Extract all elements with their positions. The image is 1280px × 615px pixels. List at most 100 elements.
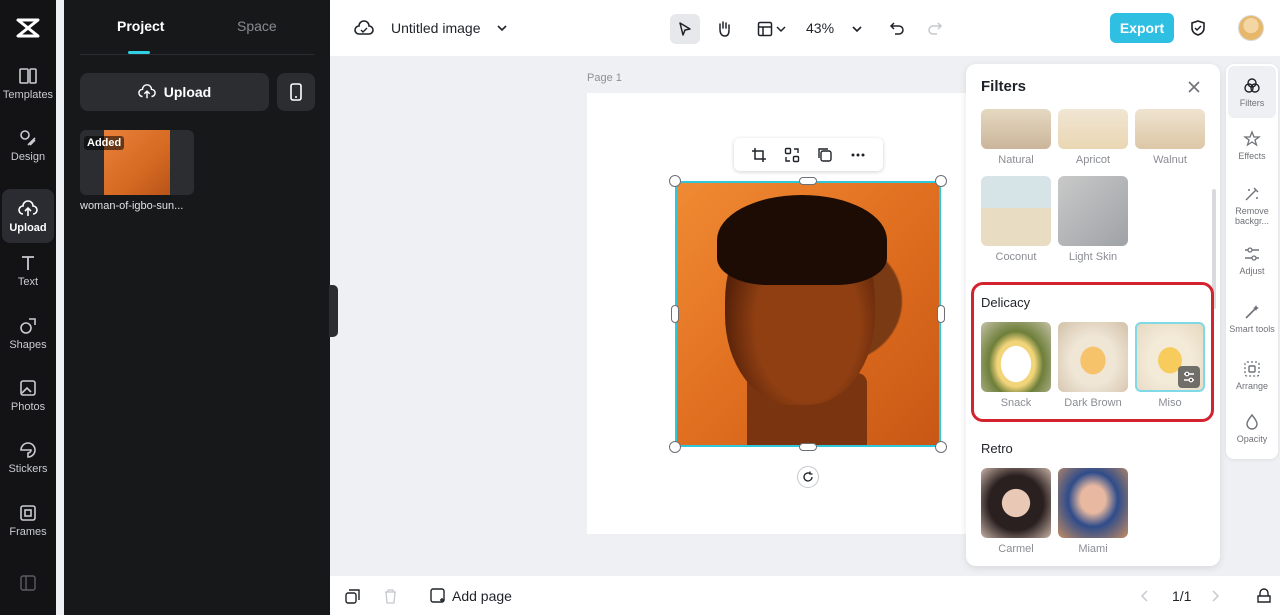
duplicate-icon[interactable] (817, 147, 833, 163)
frames-icon (20, 504, 36, 521)
shield-icon[interactable] (1189, 19, 1207, 37)
panel-collapse-handle[interactable] (329, 285, 338, 337)
upload-button[interactable]: Upload (80, 73, 269, 111)
filter-walnut[interactable] (1135, 109, 1205, 149)
rail-label-stickers: Stickers (8, 462, 48, 475)
resize-handle-top[interactable] (799, 177, 817, 185)
rail-label-upload: Upload (9, 221, 47, 234)
rotate-icon (803, 471, 813, 482)
effects-icon (1243, 129, 1261, 147)
rail-item-design[interactable]: Design (2, 118, 54, 172)
photos-icon (20, 379, 36, 396)
right-rail-label: Opacity (1236, 433, 1268, 444)
rail-label-frames: Frames (9, 525, 47, 538)
arrange-icon (1244, 360, 1260, 377)
rail-item-photos[interactable]: Photos (2, 368, 54, 422)
capcut-logo-icon[interactable] (14, 14, 42, 42)
cloud-sync-icon[interactable] (354, 19, 374, 37)
right-rail-remove-background[interactable]: Remove backgr... (1228, 176, 1276, 234)
smart-tools-icon (1245, 304, 1259, 319)
right-rail-label: Filters (1239, 97, 1265, 108)
rail-item-text[interactable]: Text (2, 243, 54, 297)
right-rail-opacity[interactable]: Opacity (1228, 402, 1276, 454)
right-rail-label: Smart tools (1229, 323, 1275, 334)
expand-pages-icon[interactable] (1256, 588, 1272, 604)
filter-natural[interactable] (981, 109, 1051, 149)
rail-item-stickers[interactable]: Stickers (2, 430, 54, 484)
resize-handle-bottom-left[interactable] (669, 441, 681, 453)
chevron-left-icon[interactable] (1140, 590, 1150, 602)
filter-label: Carmel (998, 543, 1034, 555)
image-content-hair (717, 195, 887, 285)
upload-cloud-icon (18, 199, 38, 216)
layout-icon (757, 21, 773, 37)
right-rail-arrange[interactable]: Arrange (1228, 349, 1276, 401)
filter-label: Miami (1078, 543, 1108, 555)
rail-item-frames[interactable]: Frames (2, 493, 54, 547)
duplicate-page-icon[interactable] (345, 589, 360, 604)
selected-image[interactable] (675, 181, 941, 447)
add-page-icon (430, 588, 445, 603)
asset-thumbnail[interactable]: Added (80, 130, 194, 195)
hand-tool-button[interactable] (709, 14, 739, 44)
resize-handle-left[interactable] (671, 305, 679, 323)
add-page-label: Add page (452, 588, 512, 604)
close-icon[interactable] (1186, 79, 1202, 95)
panel-divider (80, 54, 314, 55)
resize-handle-right[interactable] (937, 305, 945, 323)
crop-icon[interactable] (751, 147, 767, 163)
resize-handle-bottom-right[interactable] (935, 441, 947, 453)
document-title[interactable]: Untitled image (391, 20, 481, 36)
rail-item-templates[interactable]: Templates (2, 56, 54, 110)
filter-label: Apricot (1075, 154, 1111, 166)
replace-icon[interactable] (784, 147, 800, 163)
rail-item-upload[interactable]: Upload (2, 189, 54, 243)
right-rail-filters[interactable]: Filters (1228, 66, 1276, 118)
export-button[interactable]: Export (1110, 13, 1174, 43)
undo-icon[interactable] (889, 20, 905, 36)
user-avatar[interactable] (1238, 15, 1264, 41)
right-rail-adjust[interactable]: Adjust (1228, 234, 1276, 286)
filter-light-skin[interactable] (1058, 176, 1128, 246)
chevron-right-icon[interactable] (1210, 590, 1220, 602)
resize-handle-top-right[interactable] (935, 175, 947, 187)
trash-icon[interactable] (383, 589, 398, 604)
filter-miami[interactable] (1058, 468, 1128, 538)
right-rail-label: Remove backgr... (1234, 205, 1270, 226)
rail-item-shapes[interactable]: Shapes (2, 306, 54, 360)
chevron-down-icon[interactable] (776, 24, 786, 34)
right-rail-smart-tools[interactable]: Smart tools (1228, 292, 1276, 344)
right-rail-label: Arrange (1235, 380, 1269, 391)
zoom-level[interactable]: 43% (806, 20, 834, 36)
phone-icon (290, 83, 302, 101)
panel-toggle-icon[interactable] (20, 575, 36, 591)
section-title-retro: Retro (981, 441, 1013, 456)
tab-project[interactable]: Project (117, 18, 164, 34)
tab-space[interactable]: Space (237, 18, 277, 34)
rail-label-design: Design (10, 150, 46, 163)
resize-handle-top-left[interactable] (669, 175, 681, 187)
stickers-icon (20, 441, 36, 458)
filter-carmel[interactable] (981, 468, 1051, 538)
delicacy-highlight-box (971, 282, 1214, 422)
chevron-down-icon[interactable] (496, 22, 508, 34)
rail-label-text: Text (17, 275, 39, 288)
image-context-toolbar (734, 138, 883, 171)
more-icon[interactable] (850, 147, 866, 163)
shapes-icon (20, 317, 36, 334)
right-rail-effects[interactable]: Effects (1228, 119, 1276, 171)
pointer-icon (679, 22, 691, 36)
filter-apricot[interactable] (1058, 109, 1128, 149)
resize-handle-bottom[interactable] (799, 443, 817, 451)
project-panel: Project Space Upload Added woman-of-igbo… (64, 0, 330, 615)
select-tool-button[interactable] (670, 14, 700, 44)
redo-icon[interactable] (927, 20, 943, 36)
filter-label: Natural (998, 154, 1034, 166)
filters-icon (1244, 77, 1260, 93)
add-page-button[interactable]: Add page (430, 588, 512, 604)
rotate-handle[interactable] (797, 466, 819, 488)
mobile-upload-button[interactable] (277, 73, 315, 111)
filter-coconut[interactable] (981, 176, 1051, 246)
chevron-down-icon[interactable] (851, 23, 863, 35)
upload-cloud-icon (137, 84, 156, 99)
